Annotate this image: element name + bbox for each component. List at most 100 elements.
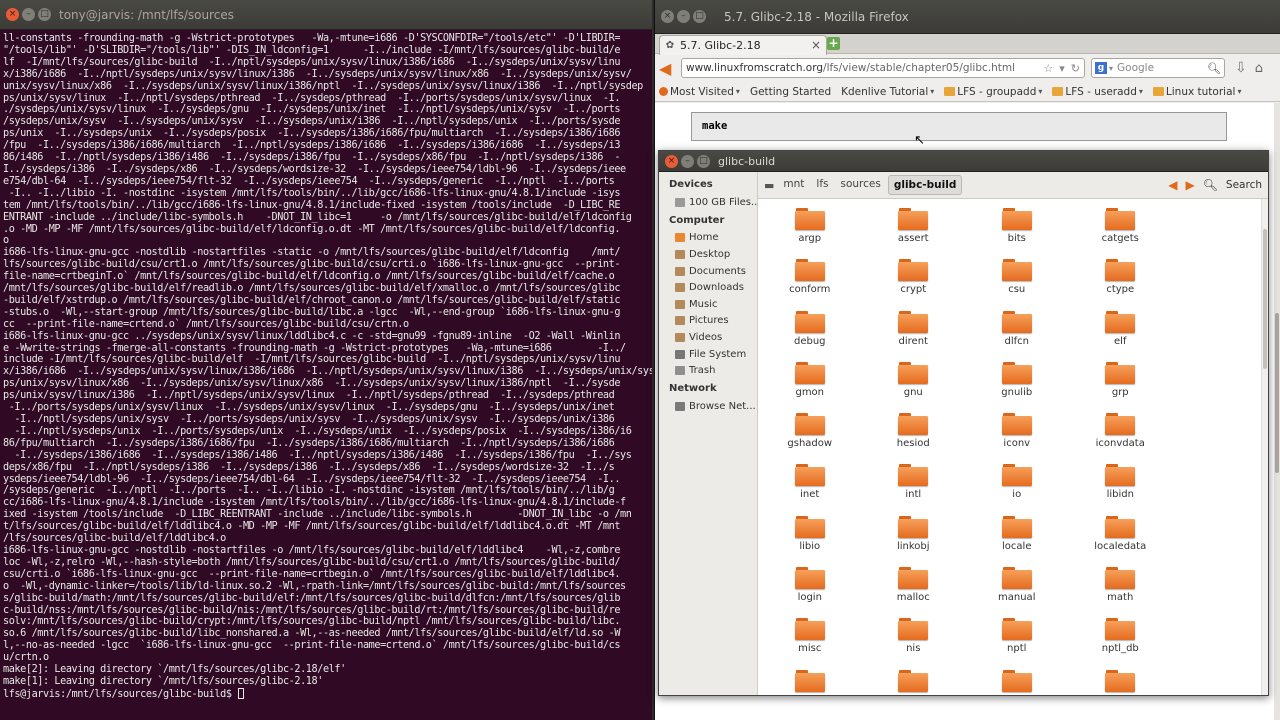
search-icon[interactable]: 🔍︎ <box>1207 62 1221 75</box>
minimize-icon[interactable]: – <box>681 154 694 168</box>
folder-item[interactable]: linkobj <box>862 515 966 567</box>
bookmark-item[interactable]: Linux tutorial ▾ <box>1152 86 1241 98</box>
new-tab-button[interactable]: + <box>827 37 840 50</box>
sidebar-item-browse-net[interactable]: Browse Net... <box>659 398 757 415</box>
folder-item[interactable]: gshadow <box>758 413 862 464</box>
folder-item[interactable]: nptl <box>965 618 1069 669</box>
folder-item[interactable]: malloc <box>862 567 966 618</box>
search-button[interactable]: Search <box>1226 179 1262 191</box>
bookmark-item[interactable]: Getting Started <box>655 86 1277 720</box>
folder-item[interactable]: io <box>965 464 1069 515</box>
folder-item[interactable]: math <box>1069 567 1173 618</box>
folder-item[interactable]: gmon <box>758 361 862 413</box>
folder-item[interactable]: conform <box>758 259 862 310</box>
folder-item[interactable]: csu <box>965 259 1069 310</box>
home-icon[interactable]: ⌂ <box>1255 61 1263 76</box>
folder-item[interactable]: nptl_db <box>1069 618 1173 669</box>
folder-item[interactable]: gnu <box>862 361 966 413</box>
bookmark-item[interactable]: Most Visited ▾ <box>659 86 740 98</box>
file-scrollbar[interactable] <box>1261 199 1268 695</box>
folder-item[interactable]: misc <box>758 618 862 669</box>
close-icon[interactable]: × <box>665 154 678 168</box>
search-bar[interactable]: g ▾ Google 🔍︎ <box>1091 58 1225 78</box>
folder-item[interactable]: libio <box>758 515 862 567</box>
close-icon[interactable]: × <box>661 10 674 23</box>
folder-item[interactable] <box>1069 669 1173 695</box>
folder-item[interactable] <box>862 669 966 695</box>
back-arrow-icon[interactable]: ◀ <box>1168 178 1177 192</box>
scrollbar-thumb[interactable] <box>1263 229 1267 369</box>
search-engine-dropdown-icon[interactable]: ▾ <box>1109 64 1113 73</box>
folder-item[interactable]: catgets <box>1069 208 1173 259</box>
minimize-icon[interactable]: – <box>677 10 690 23</box>
folder-item[interactable] <box>965 669 1069 695</box>
folder-item[interactable]: dlfcn <box>965 310 1069 362</box>
maximize-icon[interactable]: □ <box>38 8 51 21</box>
folder-item[interactable]: manual <box>965 567 1069 618</box>
bookmark-item[interactable]: LFS - groupadd ▾ <box>944 86 1042 98</box>
close-icon[interactable]: × <box>6 8 19 21</box>
folder-item[interactable]: debug <box>758 310 862 362</box>
breadcrumb-sources[interactable]: sources <box>836 175 886 195</box>
minimize-icon[interactable]: – <box>22 8 35 21</box>
sidebar-item-desktop[interactable]: Desktop <box>659 246 757 263</box>
folder-item[interactable]: libidn <box>1069 464 1173 515</box>
folder-item[interactable]: dirent <box>862 310 966 362</box>
reload-icon[interactable]: ↻ <box>1071 62 1080 75</box>
folder-item[interactable]: login <box>758 567 862 618</box>
folder-item[interactable]: localedata <box>1069 515 1173 567</box>
sidebar-item-pictures[interactable]: Pictures <box>659 313 757 330</box>
folder-item[interactable]: argp <box>758 208 862 259</box>
folder-item[interactable]: nis <box>862 618 966 669</box>
terminal-prompt-line[interactable]: lfs@jarvis:/mnt/lfs/sources/glibc-build$ <box>3 687 650 701</box>
folder-item[interactable]: locale <box>965 515 1069 567</box>
folder-item[interactable]: ctype <box>1069 259 1173 310</box>
sidebar-item-file-system[interactable]: File System <box>659 346 757 363</box>
url-bar[interactable]: www.linuxfromscratch.org/lfs/view/stable… <box>681 58 1085 78</box>
sidebar-item-downloads[interactable]: Downloads <box>659 279 757 296</box>
back-arrow-icon[interactable]: ◀ <box>659 59 675 78</box>
folder-item[interactable]: assert <box>862 208 966 259</box>
file-manager-window[interactable]: × – □ glibc-build Devices 100 GB Files...… <box>658 150 1269 696</box>
bookmark-star-icon[interactable]: ☆ <box>1043 62 1053 75</box>
google-icon[interactable]: g <box>1095 62 1107 74</box>
folder-item[interactable]: hesiod <box>862 413 966 464</box>
folder-item[interactable]: crypt <box>862 259 966 310</box>
dropdown-arrow-icon[interactable]: ▾ <box>1059 62 1065 75</box>
folder-item[interactable]: inet <box>758 464 862 515</box>
sidebar-item-documents[interactable]: Documents <box>659 263 757 280</box>
folder-item[interactable]: gnulib <box>965 361 1069 413</box>
sidebar-item-home[interactable]: Home <box>659 230 757 247</box>
tab-glibc[interactable]: ✿ 5.7. Glibc-2.18 × <box>659 35 827 55</box>
page-scrollbar[interactable] <box>1274 103 1280 720</box>
folder-item[interactable] <box>758 669 862 695</box>
terminal-window[interactable]: × – □ tony@jarvis: /mnt/lfs/sources ll-c… <box>0 0 652 720</box>
breadcrumb-mnt[interactable]: mnt <box>778 175 809 195</box>
folder-item[interactable]: grp <box>1069 361 1173 413</box>
sidebar-item-videos[interactable]: Videos <box>659 329 757 346</box>
sidebar-item-trash[interactable]: Trash <box>659 362 757 379</box>
drive-icon[interactable]: ▬ <box>764 179 774 192</box>
bookmark-item[interactable]: Kdenlive Tutorial ▾ <box>655 86 1277 720</box>
breadcrumb-lfs[interactable]: lfs <box>811 175 833 195</box>
maximize-icon[interactable]: □ <box>697 154 710 168</box>
breadcrumb-glibc-build[interactable]: glibc-build <box>887 175 963 195</box>
download-icon[interactable]: ⇩ <box>1235 60 1247 76</box>
tab-close-icon[interactable]: × <box>811 38 821 52</box>
folder-item[interactable]: elf <box>1069 310 1173 362</box>
search-icon[interactable]: 🔍︎ <box>1203 178 1218 192</box>
folder-item[interactable]: iconv <box>965 413 1069 464</box>
terminal-output[interactable]: ll-constants -frounding-math -g -Wstrict… <box>0 30 652 720</box>
folder-item[interactable]: intl <box>862 464 966 515</box>
sidebar-item-100-gb-files[interactable]: 100 GB Files... <box>659 194 757 211</box>
folder-item[interactable]: bits <box>965 208 1069 259</box>
folder-item[interactable]: iconvdata <box>1069 413 1173 464</box>
sidebar-item-music[interactable]: Music <box>659 296 757 313</box>
scrollbar-thumb[interactable] <box>1275 313 1279 473</box>
terminal-titlebar[interactable]: × – □ tony@jarvis: /mnt/lfs/sources <box>0 0 652 30</box>
maximize-icon[interactable]: □ <box>693 10 706 23</box>
forward-arrow-icon[interactable]: ▶ <box>1185 178 1194 192</box>
file-manager-titlebar[interactable]: × – □ glibc-build <box>659 151 1268 172</box>
firefox-titlebar[interactable]: × – □ 5.7. Glibc-2.18 - Mozilla Firefox <box>655 0 1280 34</box>
bookmark-item[interactable]: LFS - useradd ▾ <box>1052 86 1143 98</box>
